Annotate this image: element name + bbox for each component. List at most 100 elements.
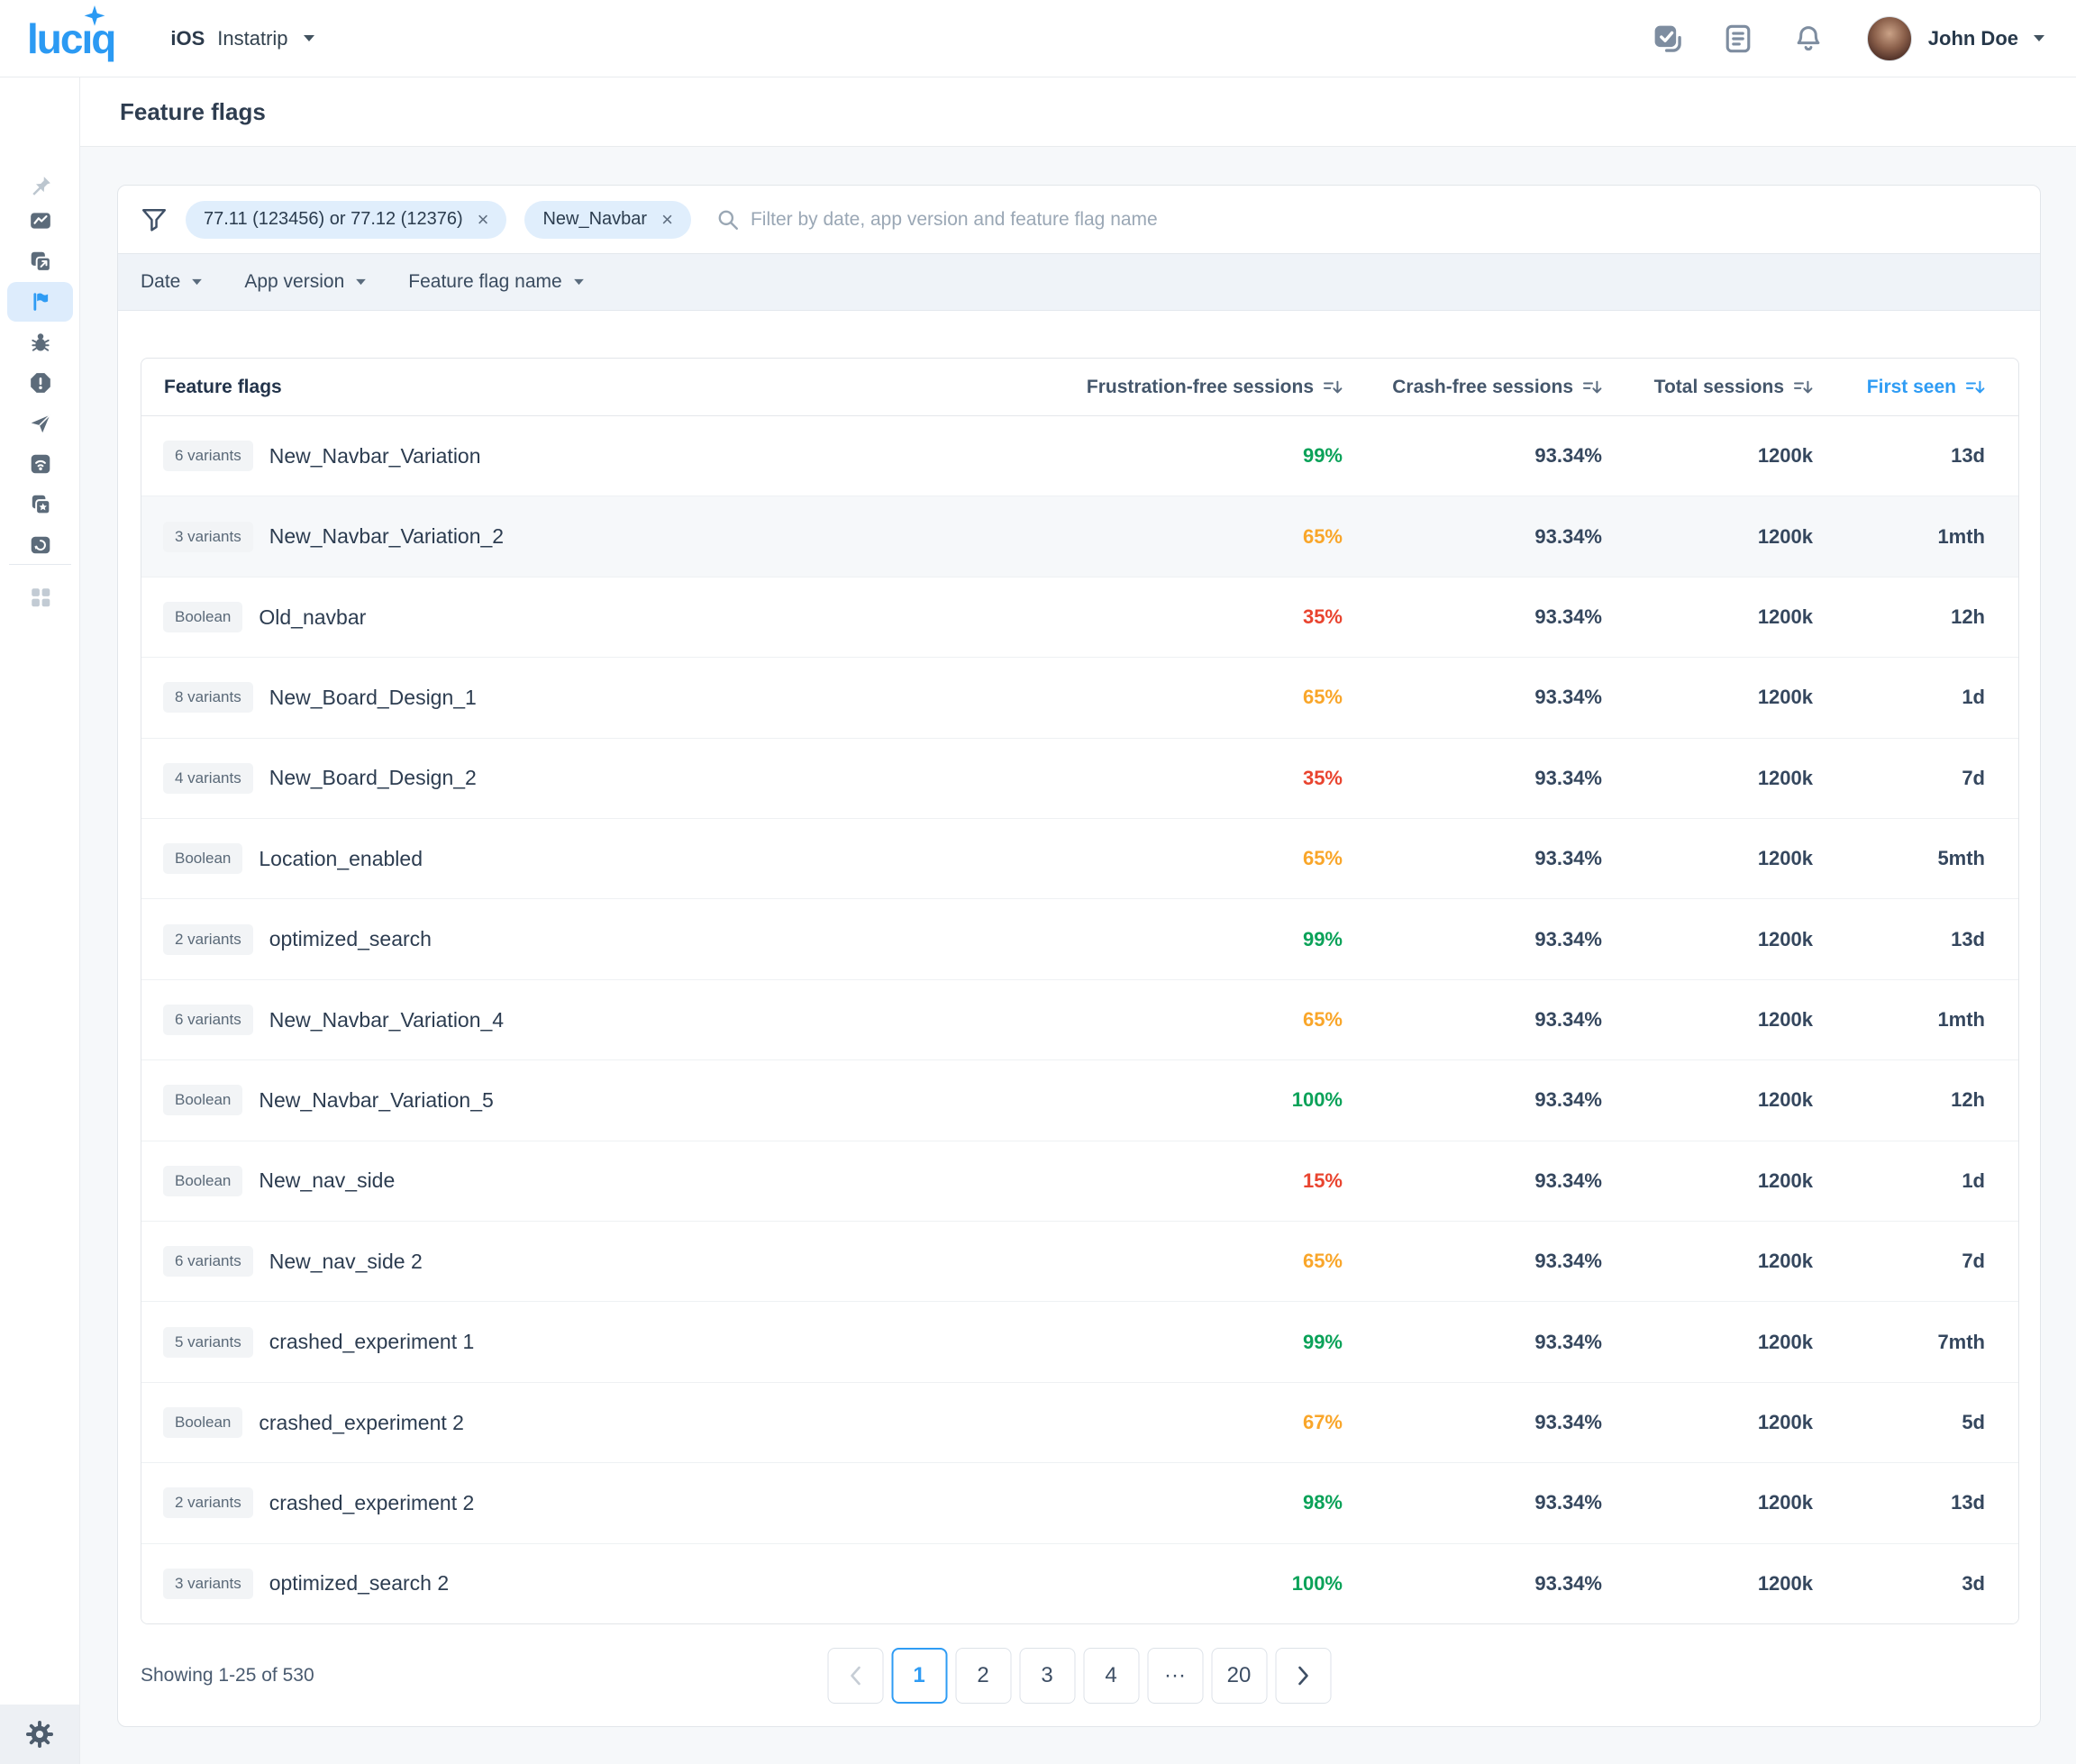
app-logo[interactable]: lucıq bbox=[27, 18, 114, 59]
sidebar-item-session-replay[interactable] bbox=[7, 525, 73, 565]
variant-badge: 2 variants bbox=[163, 924, 253, 955]
date-dropdown[interactable]: Date bbox=[141, 271, 203, 293]
variant-badge: Boolean bbox=[163, 1407, 242, 1438]
crash-free-value: 93.34% bbox=[1343, 1572, 1602, 1596]
sidebar-item-bugs[interactable] bbox=[7, 323, 73, 362]
filter-chip-app-version[interactable]: 77.11 (123456) or 77.12 (12376) × bbox=[186, 201, 506, 239]
notes-icon[interactable] bbox=[1723, 23, 1753, 54]
page-header: Feature flags bbox=[80, 77, 2076, 147]
page-button-3[interactable]: 3 bbox=[1019, 1648, 1075, 1704]
flag-name: New_nav_side 2 bbox=[269, 1250, 423, 1274]
apps-grid-icon[interactable] bbox=[7, 577, 73, 617]
filter-dropdowns: Date App version Feature flag name bbox=[118, 253, 2040, 311]
sort-icon bbox=[1793, 379, 1813, 396]
frustration-free-value: 98% bbox=[1072, 1491, 1343, 1514]
tasks-icon[interactable] bbox=[1653, 23, 1683, 54]
crash-free-value: 93.34% bbox=[1343, 525, 1602, 549]
sidebar-item-network[interactable] bbox=[7, 444, 73, 484]
total-sessions-value: 1200k bbox=[1602, 1250, 1813, 1273]
feature-flags-card: 77.11 (123456) or 77.12 (12376) × New_Na… bbox=[117, 185, 2041, 1727]
user-menu-chevron-icon[interactable] bbox=[2033, 34, 2045, 42]
avatar[interactable] bbox=[1867, 16, 1912, 61]
table-body: 6 variants New_Navbar_Variation 99% 93.3… bbox=[141, 416, 2018, 1623]
sidebar-item-featured[interactable] bbox=[7, 485, 73, 524]
table-row[interactable]: Boolean Old_navbar 35% 93.34% 1200k 12h bbox=[141, 577, 2018, 657]
column-frustration-free[interactable]: Frustration-free sessions bbox=[1072, 377, 1343, 398]
table-row[interactable]: 5 variants crashed_experiment 1 99% 93.3… bbox=[141, 1301, 2018, 1381]
flag-name-cell: Boolean New_nav_side bbox=[141, 1166, 1072, 1196]
flag-name-cell: 2 variants crashed_experiment 2 bbox=[141, 1487, 1072, 1518]
total-sessions-value: 1200k bbox=[1602, 928, 1813, 951]
crash-free-value: 93.34% bbox=[1343, 1331, 1602, 1354]
crash-free-value: 93.34% bbox=[1343, 1491, 1602, 1514]
crash-free-value: 93.34% bbox=[1343, 1008, 1602, 1032]
first-seen-value: 12h bbox=[1813, 1088, 1985, 1112]
flag-name-cell: 3 variants optimized_search 2 bbox=[141, 1569, 1072, 1599]
next-page-button[interactable] bbox=[1275, 1648, 1331, 1704]
flag-name-dropdown[interactable]: Feature flag name bbox=[408, 271, 584, 293]
column-first-seen[interactable]: First seen bbox=[1813, 377, 1985, 398]
filter-chip-flag-name[interactable]: New_Navbar × bbox=[524, 201, 690, 239]
crash-free-value: 93.34% bbox=[1343, 847, 1602, 870]
bell-icon[interactable] bbox=[1793, 23, 1824, 54]
pagination: Showing 1-25 of 530 1234···20 bbox=[141, 1624, 2017, 1726]
flag-name: optimized_search 2 bbox=[269, 1571, 449, 1596]
logo-star-icon bbox=[83, 5, 106, 29]
chevron-down-icon bbox=[573, 278, 585, 286]
variant-badge: 8 variants bbox=[163, 682, 253, 713]
column-feature-flags: Feature flags bbox=[141, 377, 1072, 398]
first-seen-value: 1d bbox=[1813, 1169, 1985, 1193]
app-selector[interactable]: iOS Instatrip bbox=[170, 27, 314, 50]
frustration-free-value: 35% bbox=[1072, 767, 1343, 790]
crash-free-value: 93.34% bbox=[1343, 1250, 1602, 1273]
settings-button[interactable] bbox=[0, 1705, 79, 1764]
search-input[interactable] bbox=[751, 209, 1363, 231]
chip-close-icon[interactable]: × bbox=[661, 210, 673, 230]
table-row[interactable]: Boolean New_nav_side 15% 93.34% 1200k 1d bbox=[141, 1141, 2018, 1221]
frustration-free-value: 100% bbox=[1072, 1572, 1343, 1596]
sidebar-item-crashes[interactable] bbox=[7, 363, 73, 403]
user-name[interactable]: John Doe bbox=[1928, 27, 2018, 50]
table-row[interactable]: 6 variants New_Navbar_Variation 99% 93.3… bbox=[141, 416, 2018, 496]
prev-page-button[interactable] bbox=[827, 1648, 883, 1704]
pagination-summary: Showing 1-25 of 530 bbox=[141, 1665, 314, 1687]
table-row[interactable]: 3 variants optimized_search 2 100% 93.34… bbox=[141, 1543, 2018, 1623]
frustration-free-value: 15% bbox=[1072, 1169, 1343, 1193]
sort-icon bbox=[1323, 379, 1343, 396]
table-row[interactable]: 6 variants New_Navbar_Variation_4 65% 93… bbox=[141, 979, 2018, 1059]
table-row[interactable]: 8 variants New_Board_Design_1 65% 93.34%… bbox=[141, 657, 2018, 737]
flag-name: New_Board_Design_1 bbox=[269, 686, 477, 710]
filter-bar: 77.11 (123456) or 77.12 (12376) × New_Na… bbox=[118, 186, 2040, 253]
table-row[interactable]: 3 variants New_Navbar_Variation_2 65% 93… bbox=[141, 496, 2018, 576]
total-sessions-value: 1200k bbox=[1602, 1169, 1813, 1193]
sidebar-item-send[interactable] bbox=[7, 404, 73, 443]
column-total-sessions[interactable]: Total sessions bbox=[1602, 377, 1813, 398]
variant-badge: Boolean bbox=[163, 1085, 242, 1115]
variant-badge: 6 variants bbox=[163, 1005, 253, 1035]
table-row[interactable]: 4 variants New_Board_Design_2 35% 93.34%… bbox=[141, 738, 2018, 818]
table-row[interactable]: 2 variants optimized_search 99% 93.34% 1… bbox=[141, 898, 2018, 978]
flag-name-cell: 6 variants New_nav_side 2 bbox=[141, 1246, 1072, 1277]
table-row[interactable]: 2 variants crashed_experiment 2 98% 93.3… bbox=[141, 1462, 2018, 1542]
variant-badge: 4 variants bbox=[163, 763, 253, 794]
table-row[interactable]: 6 variants New_nav_side 2 65% 93.34% 120… bbox=[141, 1221, 2018, 1301]
page-button-20[interactable]: 20 bbox=[1211, 1648, 1267, 1704]
table-row[interactable]: Boolean New_Navbar_Variation_5 100% 93.3… bbox=[141, 1059, 2018, 1140]
chip-close-icon[interactable]: × bbox=[478, 210, 489, 230]
table-row[interactable]: Boolean Location_enabled 65% 93.34% 1200… bbox=[141, 818, 2018, 898]
flag-name-cell: Boolean Old_navbar bbox=[141, 602, 1072, 632]
page-button-4[interactable]: 4 bbox=[1083, 1648, 1139, 1704]
sidebar-item-chart[interactable] bbox=[7, 201, 73, 241]
sidebar-item-screens[interactable] bbox=[7, 241, 73, 281]
page-ellipsis[interactable]: ··· bbox=[1147, 1648, 1203, 1704]
page-button-2[interactable]: 2 bbox=[955, 1648, 1011, 1704]
column-crash-free[interactable]: Crash-free sessions bbox=[1343, 377, 1602, 398]
table-row[interactable]: Boolean crashed_experiment 2 67% 93.34% … bbox=[141, 1382, 2018, 1462]
feature-flags-table: Feature flags Frustration-free sessions … bbox=[141, 358, 2019, 1624]
sidebar-item-feature-flags[interactable] bbox=[7, 282, 73, 322]
page-button-1[interactable]: 1 bbox=[891, 1648, 947, 1704]
app-version-dropdown[interactable]: App version bbox=[244, 271, 367, 293]
variant-badge: 6 variants bbox=[163, 441, 253, 471]
gear-icon bbox=[23, 1718, 56, 1750]
chevron-down-icon bbox=[355, 278, 367, 286]
